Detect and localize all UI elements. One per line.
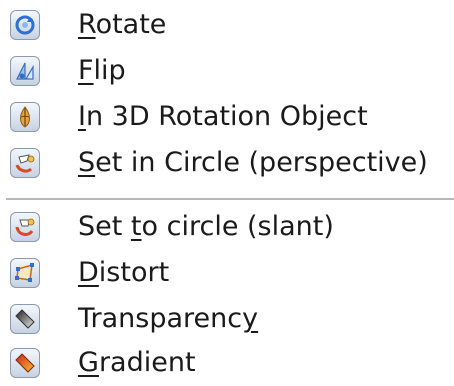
3d-rotation-icon <box>10 102 40 132</box>
circle-perspective-icon <box>10 148 40 178</box>
menu-item-label: Set to circle (slant) <box>78 211 334 242</box>
rotate-icon <box>10 10 40 40</box>
menu-item-label: Distort <box>78 257 170 288</box>
menu-separator <box>6 198 454 200</box>
menu-item-rotate[interactable]: Rotate <box>0 2 454 48</box>
menu-item-set-to-circle-slant[interactable]: Set to circle (slant) <box>0 204 454 250</box>
context-menu: Rotate Flip In 3D Rotation Object Set in… <box>0 0 454 383</box>
menu-item-label: Set in Circle (perspective) <box>78 147 428 178</box>
menu-item-flip[interactable]: Flip <box>0 48 454 94</box>
menu-item-label: Gradient <box>78 347 196 378</box>
flip-icon <box>10 56 40 86</box>
circle-slant-icon <box>10 212 40 242</box>
menu-item-label: Flip <box>78 55 126 86</box>
gradient-icon <box>10 348 40 378</box>
menu-item-set-in-circle-perspective[interactable]: Set in Circle (perspective) <box>0 140 454 186</box>
menu-item-label: In 3D Rotation Object <box>78 101 368 132</box>
menu-item-label: Rotate <box>78 9 167 40</box>
menu-item-label: Transparency <box>78 303 259 334</box>
menu-item-distort[interactable]: Distort <box>0 250 454 296</box>
menu-item-3d-rotation-object[interactable]: In 3D Rotation Object <box>0 94 454 140</box>
menu-item-gradient[interactable]: Gradient <box>0 340 454 386</box>
transparency-icon <box>10 304 40 334</box>
menu-item-transparency[interactable]: Transparency <box>0 296 454 342</box>
distort-icon <box>10 258 40 288</box>
